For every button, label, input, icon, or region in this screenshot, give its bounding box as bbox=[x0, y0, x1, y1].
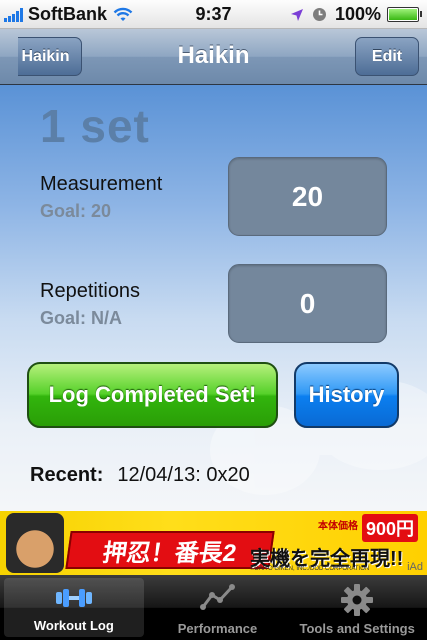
tab-workout-log[interactable]: Workout Log bbox=[4, 578, 144, 637]
repetitions-input[interactable]: 0 bbox=[228, 264, 387, 343]
tab-performance[interactable]: Performance bbox=[148, 575, 288, 640]
ad-price-tag: 本体価格 bbox=[318, 521, 358, 532]
edit-button[interactable]: Edit bbox=[355, 37, 419, 76]
navigation-bar: Haikin Haikin Edit bbox=[0, 29, 427, 85]
recent-value: 12/04/13: 0x20 bbox=[117, 464, 250, 486]
status-right: 100% bbox=[290, 4, 422, 25]
repetitions-label: Repetitions bbox=[40, 280, 141, 302]
tab-bar: Workout Log Performance Tools and Settin… bbox=[0, 575, 427, 640]
recent-label: Recent: bbox=[30, 464, 104, 486]
battery-percent: 100% bbox=[334, 4, 381, 24]
location-arrow-icon bbox=[290, 8, 303, 21]
repetitions-goal: Goal: N/A bbox=[40, 308, 123, 328]
set-counter: 1 set bbox=[40, 100, 150, 152]
ad-character-image bbox=[6, 513, 64, 573]
tab-label: Tools and Settings bbox=[299, 621, 415, 636]
workout-content: 1 set Measurement Goal: 20 20 Repetition… bbox=[0, 85, 427, 511]
ad-price: 900円 bbox=[362, 514, 419, 542]
line-chart-icon bbox=[199, 584, 235, 610]
tab-tools-and-settings[interactable]: Tools and Settings bbox=[287, 575, 427, 640]
tab-label: Workout Log bbox=[33, 618, 114, 633]
history-button[interactable]: History bbox=[294, 362, 399, 428]
ad-title: 押忍！番長2 bbox=[65, 531, 275, 569]
iad-label: iAd bbox=[407, 561, 423, 573]
measurement-label: Measurement bbox=[40, 173, 163, 195]
dumbbell-icon bbox=[55, 589, 92, 607]
battery-icon bbox=[387, 7, 422, 22]
clock-icon bbox=[312, 8, 326, 21]
measurement-goal: Goal: 20 bbox=[40, 201, 112, 221]
recent-entry: Recent: 12/04/13: 0x20 bbox=[30, 464, 250, 487]
tab-label: Performance bbox=[177, 621, 258, 636]
gear-icon bbox=[341, 584, 374, 616]
status-bar: SoftBank 9:37 100% bbox=[0, 0, 427, 29]
measurement-input[interactable]: 20 bbox=[228, 157, 387, 236]
ad-copyright: ©DAITO GIKEN, INC./DOD CORPORATION bbox=[250, 566, 370, 572]
log-completed-set-button[interactable]: Log Completed Set! bbox=[27, 362, 278, 428]
ad-banner[interactable]: 押忍！番長2 本体価格 900円 実機を完全再現!! ©DAITO GIKEN,… bbox=[0, 511, 427, 575]
